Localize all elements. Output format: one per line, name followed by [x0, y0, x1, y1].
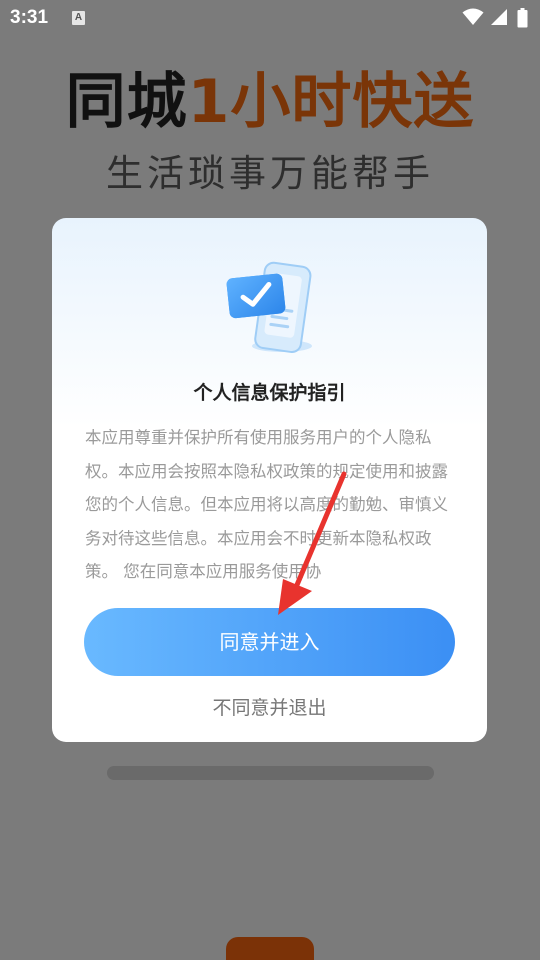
status-bar: 3:31 A — [0, 0, 540, 36]
dialog-title: 个人信息保护指引 — [193, 382, 346, 404]
disagree-and-exit-button[interactable]: 不同意并退出 — [52, 692, 487, 724]
background-logo — [226, 937, 314, 960]
agree-and-enter-button[interactable]: 同意并进入 — [84, 608, 455, 676]
wifi-icon — [462, 8, 484, 25]
hero-title-part2: 1小时快送 — [187, 67, 475, 137]
hero-subtitle: 生活琐事万能帮手 — [106, 152, 434, 195]
status-time: 3:31 — [10, 7, 49, 28]
red-arrow-icon — [278, 471, 347, 615]
battery-icon — [517, 8, 528, 28]
background-progress-bar — [107, 766, 434, 780]
hero-title-part1: 同城 — [65, 67, 188, 137]
document-check-icon — [226, 261, 312, 354]
signal-icon — [491, 9, 507, 25]
hero-title: 同城1小时快送 — [0, 66, 540, 138]
notification-a-icon: A — [72, 11, 85, 25]
